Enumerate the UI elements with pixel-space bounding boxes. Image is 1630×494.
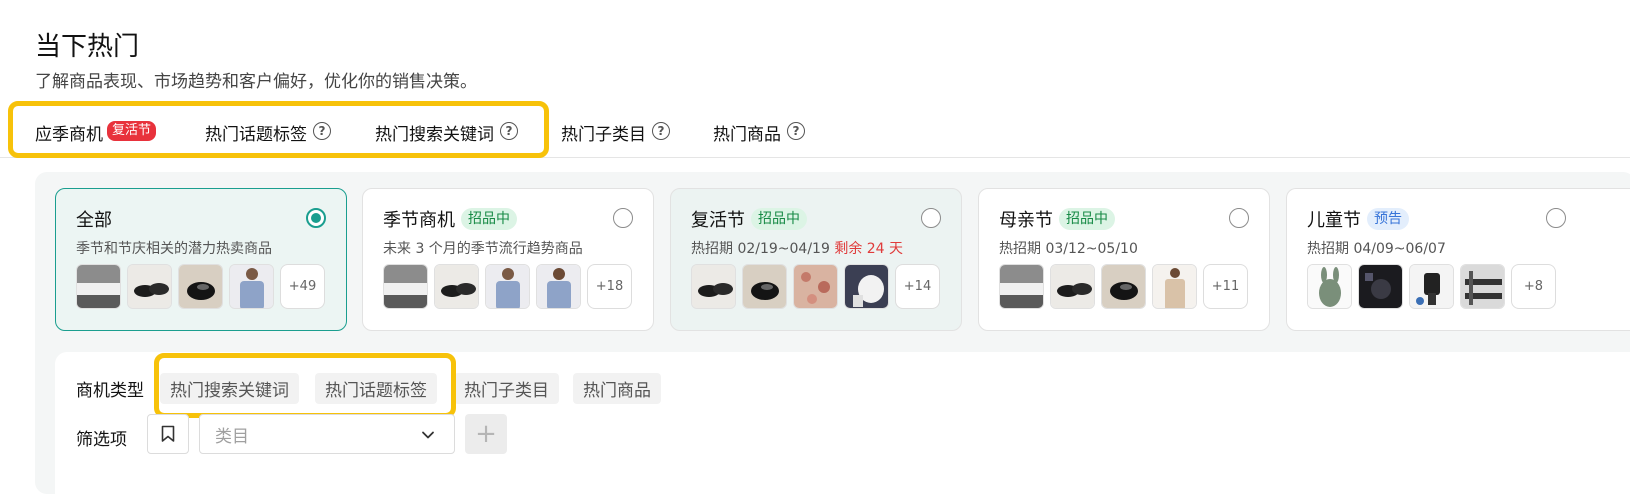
card-title: 母亲节 bbox=[999, 210, 1053, 231]
more-products-button[interactable]: +18 bbox=[587, 264, 632, 309]
status-badge: 招品中 bbox=[461, 208, 517, 230]
product-thumbnails: +14 bbox=[691, 264, 940, 309]
card-all[interactable]: 全部 季节和节庆相关的潜力热卖商品 +49 bbox=[55, 188, 347, 331]
tab-label: 热门话题标签 bbox=[205, 125, 307, 145]
category-placeholder: 类目 bbox=[215, 426, 249, 447]
card-title: 季节商机 bbox=[383, 210, 455, 231]
product-thumbnail[interactable] bbox=[383, 264, 428, 309]
product-thumbnail[interactable] bbox=[1101, 264, 1146, 309]
bookmark-button[interactable] bbox=[147, 414, 189, 454]
card-easter[interactable]: 复活节 招品中 热招期 02/19~04/19 剩余 24 天 +14 bbox=[670, 188, 962, 331]
tab-label: 热门搜索关键词 bbox=[375, 125, 494, 145]
card-title: 全部 bbox=[76, 210, 112, 231]
opportunity-type-label: 商机类型 bbox=[76, 381, 144, 401]
product-thumbnails: +11 bbox=[999, 264, 1248, 309]
radio-button[interactable] bbox=[1229, 208, 1249, 228]
product-thumbnail[interactable] bbox=[434, 264, 479, 309]
tab-label: 热门商品 bbox=[713, 125, 781, 145]
status-badge: 招品中 bbox=[751, 208, 807, 230]
product-thumbnail[interactable] bbox=[1358, 264, 1403, 309]
product-thumbnails: +18 bbox=[383, 264, 632, 309]
help-icon[interactable]: ? bbox=[652, 122, 670, 140]
product-thumbnail[interactable] bbox=[127, 264, 172, 309]
help-icon[interactable]: ? bbox=[500, 122, 518, 140]
bookmark-icon bbox=[161, 425, 175, 442]
product-thumbnail[interactable] bbox=[1050, 264, 1095, 309]
radio-selected[interactable] bbox=[306, 208, 326, 228]
tab-seasonal-opportunity[interactable]: 应季商机 复活节 bbox=[35, 120, 169, 158]
radio-button[interactable] bbox=[1546, 208, 1566, 228]
product-thumbnail[interactable] bbox=[1152, 264, 1197, 309]
help-icon[interactable]: ? bbox=[787, 122, 805, 140]
chip-hot-keywords[interactable]: 热门搜索关键词 bbox=[160, 373, 299, 404]
product-thumbnail[interactable] bbox=[229, 264, 274, 309]
product-thumbnail[interactable] bbox=[536, 264, 581, 309]
card-mothers-day[interactable]: 母亲节 招品中 热招期 03/12~05/10 +11 bbox=[978, 188, 1270, 331]
product-thumbnail[interactable] bbox=[691, 264, 736, 309]
chip-hot-hashtags[interactable]: 热门话题标签 bbox=[315, 373, 437, 404]
remaining-days: 剩余 24 天 bbox=[834, 241, 904, 257]
product-thumbnail[interactable] bbox=[1409, 264, 1454, 309]
card-description: 热招期 04/09~06/07 bbox=[1307, 241, 1446, 257]
page-title: 当下热门 bbox=[35, 32, 140, 62]
tab-hot-keywords[interactable]: 热门搜索关键词 ? bbox=[375, 120, 518, 158]
product-thumbnail[interactable] bbox=[76, 264, 121, 309]
product-thumbnails: +49 bbox=[76, 264, 325, 309]
tab-bar: 应季商机 复活节 热门话题标签 ? 热门搜索关键词 ? 热门子类目 ? 热门商品… bbox=[0, 112, 1630, 158]
radio-button[interactable] bbox=[613, 208, 633, 228]
product-thumbnails: +8 bbox=[1307, 264, 1556, 309]
product-thumbnail[interactable] bbox=[844, 264, 889, 309]
product-thumbnail[interactable] bbox=[1307, 264, 1352, 309]
page-subtitle: 了解商品表现、市场趋势和客户偏好，优化你的销售决策。 bbox=[35, 72, 477, 92]
card-description: 热招期 03/12~05/10 bbox=[999, 241, 1138, 257]
product-thumbnail[interactable] bbox=[178, 264, 223, 309]
tab-label: 应季商机 bbox=[35, 125, 103, 145]
help-icon[interactable]: ? bbox=[313, 122, 331, 140]
product-thumbnail[interactable] bbox=[793, 264, 838, 309]
card-title: 复活节 bbox=[691, 210, 745, 231]
chevron-down-icon bbox=[422, 431, 434, 439]
more-products-button[interactable]: +8 bbox=[1511, 264, 1556, 309]
more-products-button[interactable]: +14 bbox=[895, 264, 940, 309]
card-description: 季节和节庆相关的潜力热卖商品 bbox=[76, 241, 272, 257]
card-title: 儿童节 bbox=[1307, 210, 1361, 231]
chip-hot-products[interactable]: 热门商品 bbox=[573, 373, 661, 404]
tab-hot-hashtags[interactable]: 热门话题标签 ? bbox=[205, 120, 331, 158]
tab-hot-products[interactable]: 热门商品 ? bbox=[713, 120, 805, 158]
category-select[interactable]: 类目 bbox=[199, 414, 455, 454]
tab-label: 热门子类目 bbox=[561, 125, 646, 145]
product-thumbnail[interactable] bbox=[485, 264, 530, 309]
card-seasonal[interactable]: 季节商机 招品中 未来 3 个月的季节流行趋势商品 +18 bbox=[362, 188, 654, 331]
status-badge: 预告 bbox=[1367, 208, 1409, 230]
filter-label: 筛选项 bbox=[76, 430, 127, 450]
easter-badge: 复活节 bbox=[107, 121, 157, 141]
more-products-button[interactable]: +11 bbox=[1203, 264, 1248, 309]
add-filter-button[interactable]: + bbox=[465, 414, 507, 454]
product-thumbnail[interactable] bbox=[1460, 264, 1505, 309]
tab-hot-subcategories[interactable]: 热门子类目 ? bbox=[561, 120, 670, 158]
radio-button[interactable] bbox=[921, 208, 941, 228]
product-thumbnail[interactable] bbox=[999, 264, 1044, 309]
card-description: 未来 3 个月的季节流行趋势商品 bbox=[383, 241, 583, 257]
card-childrens-day[interactable]: 儿童节 预告 热招期 04/09~06/07 +8 bbox=[1286, 188, 1630, 331]
product-thumbnail[interactable] bbox=[742, 264, 787, 309]
more-products-button[interactable]: +49 bbox=[280, 264, 325, 309]
chip-hot-subcategories[interactable]: 热门子类目 bbox=[454, 373, 559, 404]
card-description: 热招期 02/19~04/19 bbox=[691, 241, 830, 257]
status-badge: 招品中 bbox=[1059, 208, 1115, 230]
